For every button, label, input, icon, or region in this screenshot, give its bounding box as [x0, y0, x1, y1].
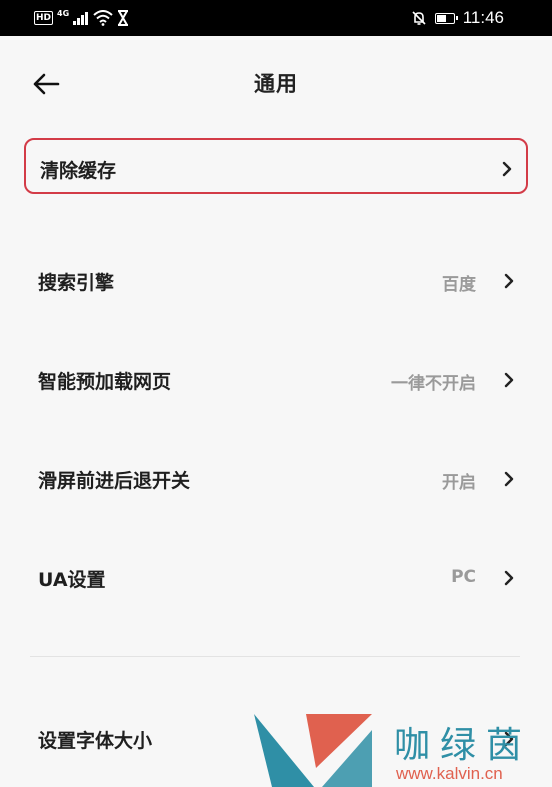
status-time: 11:46 [462, 8, 504, 27]
mute-bell-icon [412, 11, 426, 25]
chevron-right-icon [504, 570, 514, 586]
status-right-icons: 11:46 [411, 8, 504, 28]
settings-item-label: 设置字体大小 [38, 730, 153, 752]
status-left-icons: HD 4G [34, 8, 129, 28]
hd-badge: HD [34, 11, 54, 25]
settings-item-value: 开启 [442, 473, 476, 493]
network-type: 4G [57, 8, 70, 18]
watermark-text: 咖绿茵 [394, 725, 533, 766]
status-bar: HD 4G 11:46 [0, 0, 552, 36]
settings-item-swipe-navigation[interactable]: 滑屏前进后退开关 开启 [24, 450, 528, 506]
settings-item-search-engine[interactable]: 搜索引擎 百度 [24, 252, 528, 308]
settings-item-label: 智能预加载网页 [38, 371, 172, 393]
settings-item-smart-preload[interactable]: 智能预加载网页 一律不开启 [24, 351, 528, 407]
chevron-right-icon [504, 372, 514, 388]
settings-item-clear-cache[interactable]: 清除缓存 [24, 138, 528, 194]
settings-item-label: UA设置 [38, 569, 106, 591]
watermark: 咖绿茵 www.kalvin.cn [244, 708, 552, 787]
chevron-right-icon [504, 471, 514, 487]
settings-item-ua[interactable]: UA设置 PC [24, 549, 528, 605]
hourglass-icon [118, 10, 129, 26]
watermark-logo-icon [254, 714, 372, 787]
settings-item-value: 一律不开启 [391, 374, 476, 394]
wifi-icon [93, 10, 113, 26]
settings-item-value: PC [451, 567, 476, 587]
page-title: 通用 [254, 72, 298, 96]
battery-icon [434, 12, 458, 24]
watermark-url: www.kalvin.cn [396, 764, 503, 783]
settings-item-label: 滑屏前进后退开关 [38, 470, 191, 492]
settings-item-value: 百度 [442, 275, 476, 295]
settings-item-label: 清除缓存 [40, 160, 117, 182]
chevron-right-icon [502, 161, 512, 177]
chevron-right-icon [504, 273, 514, 289]
settings-item-label: 搜索引擎 [38, 272, 115, 294]
page-header: 通用 [0, 36, 552, 132]
signal-icon [73, 12, 89, 25]
section-divider [30, 656, 520, 657]
